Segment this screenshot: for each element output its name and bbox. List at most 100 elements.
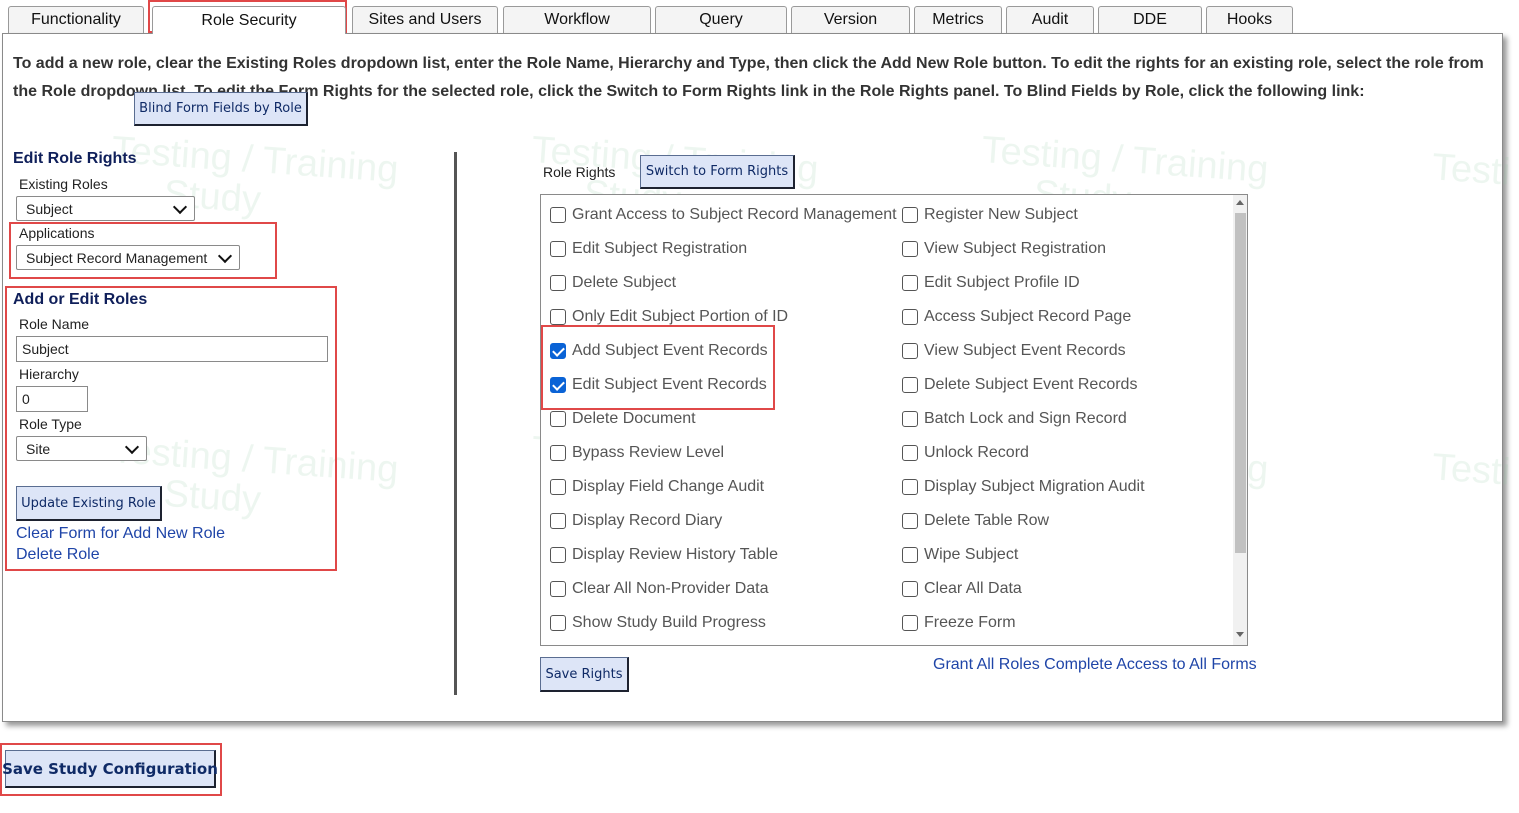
right-item-label: Display Record Diary (572, 512, 723, 529)
checkbox[interactable] (550, 445, 566, 461)
role-type-select[interactable]: Site (16, 436, 147, 461)
right-item[interactable]: Display Subject Migration Audit (902, 475, 1145, 499)
right-item-label: View Subject Event Records (924, 342, 1126, 359)
right-item[interactable]: Edit Subject Registration (550, 237, 747, 261)
right-item-label: Grant Access to Subject Record Managemen… (572, 206, 897, 223)
tab-dde[interactable]: DDE (1098, 6, 1202, 33)
scroll-down-icon[interactable] (1236, 632, 1244, 637)
scrollbar-thumb[interactable] (1235, 213, 1246, 553)
right-item-label: Delete Subject (572, 274, 677, 291)
checkbox[interactable] (550, 513, 566, 529)
edit-role-rights-heading: Edit Role Rights (13, 150, 137, 167)
checkbox[interactable] (902, 343, 918, 359)
right-item-label: Delete Subject Event Records (924, 376, 1138, 393)
scroll-up-icon[interactable] (1236, 200, 1244, 205)
tab-workflow[interactable]: Workflow (503, 6, 651, 33)
hierarchy-label: Hierarchy (19, 366, 79, 382)
tab-audit[interactable]: Audit (1006, 6, 1094, 33)
right-item[interactable]: Batch Lock and Sign Record (902, 407, 1127, 431)
checkbox[interactable] (550, 207, 566, 223)
checkbox[interactable] (902, 581, 918, 597)
right-item[interactable]: Access Subject Record Page (902, 305, 1131, 329)
checkbox[interactable] (902, 309, 918, 325)
right-item-label: Display Subject Migration Audit (924, 478, 1145, 495)
right-item-label: Edit Subject Registration (572, 240, 748, 257)
checkbox[interactable] (902, 445, 918, 461)
checkbox[interactable] (550, 275, 566, 291)
checkbox[interactable] (902, 241, 918, 257)
right-item-label: Clear All Data (924, 580, 1022, 597)
applications-label: Applications (19, 225, 95, 241)
tab-query[interactable]: Query (655, 6, 787, 33)
right-item[interactable]: Clear All Non-Provider Data (550, 577, 769, 601)
checkbox[interactable] (902, 615, 918, 631)
checkbox[interactable] (550, 547, 566, 563)
switch-to-form-rights-button[interactable]: Switch to Form Rights (640, 155, 795, 189)
tab-sites-and-users[interactable]: Sites and Users (352, 6, 498, 33)
right-item[interactable]: Delete Table Row (902, 509, 1049, 533)
checkbox[interactable] (550, 411, 566, 427)
save-rights-button[interactable]: Save Rights (540, 657, 629, 692)
checkbox[interactable] (902, 513, 918, 529)
checkbox[interactable] (550, 241, 566, 257)
existing-roles-select[interactable]: Subject (16, 196, 195, 221)
hierarchy-input[interactable]: 0 (16, 386, 88, 412)
tab-functionality[interactable]: Functionality (8, 6, 144, 33)
right-item[interactable]: Wipe Subject (902, 543, 1018, 567)
right-item[interactable]: Unlock Record (902, 441, 1029, 465)
right-item[interactable]: Add Subject Event Records (550, 339, 768, 363)
right-item[interactable]: Edit Subject Event Records (550, 373, 767, 397)
right-item[interactable]: Clear All Data (902, 577, 1022, 601)
right-item[interactable]: Register New Subject (902, 203, 1078, 227)
right-item[interactable]: Delete Document (550, 407, 696, 431)
add-edit-roles-heading: Add or Edit Roles (13, 291, 148, 308)
checkbox[interactable] (902, 479, 918, 495)
tab-hooks[interactable]: Hooks (1206, 6, 1293, 33)
right-item-label: Display Field Change Audit (572, 478, 765, 495)
right-item[interactable]: Display Record Diary (550, 509, 722, 533)
checkbox[interactable] (902, 411, 918, 427)
existing-roles-label: Existing Roles (19, 176, 108, 192)
checkbox[interactable] (902, 275, 918, 291)
right-item-label: Show Study Build Progress (572, 614, 766, 631)
scrollbar[interactable] (1233, 195, 1247, 645)
right-item[interactable]: View Subject Registration (902, 237, 1106, 261)
checkbox[interactable] (902, 207, 918, 223)
checkbox-checked[interactable] (550, 343, 566, 359)
update-existing-role-button[interactable]: Update Existing Role (16, 486, 162, 521)
checkbox[interactable] (550, 479, 566, 495)
right-item[interactable]: Show Study Build Progress (550, 611, 766, 635)
right-item[interactable]: Grant Access to Subject Record Managemen… (550, 203, 897, 227)
checkbox[interactable] (550, 581, 566, 597)
tab-role-security[interactable]: Role Security (152, 6, 346, 34)
right-item[interactable]: Edit Subject Profile ID (902, 271, 1080, 295)
right-item-label: Clear All Non-Provider Data (572, 580, 769, 597)
delete-role-link[interactable]: Delete Role (16, 546, 100, 564)
checkbox[interactable] (550, 615, 566, 631)
checkbox[interactable] (550, 309, 566, 325)
right-item[interactable]: Delete Subject Event Records (902, 373, 1137, 397)
applications-select[interactable]: Subject Record Management (16, 245, 240, 270)
checkbox[interactable] (902, 547, 918, 563)
right-item[interactable]: Only Edit Subject Portion of ID (550, 305, 788, 329)
right-item[interactable]: View Subject Event Records (902, 339, 1126, 363)
role-rights-list[interactable]: Grant Access to Subject Record Managemen… (540, 194, 1248, 646)
save-study-configuration-button[interactable]: Save Study Configuration (2, 750, 218, 788)
role-name-input[interactable]: Subject (16, 336, 328, 362)
clear-form-link[interactable]: Clear Form for Add New Role (16, 525, 225, 543)
tab-version[interactable]: Version (791, 6, 910, 33)
checkbox-checked[interactable] (550, 377, 566, 393)
right-item[interactable]: Freeze Form (902, 611, 1016, 635)
right-item[interactable]: Delete Subject (550, 271, 676, 295)
right-item-label: Freeze Form (924, 614, 1016, 631)
checkbox[interactable] (902, 377, 918, 393)
tab-metrics[interactable]: Metrics (914, 6, 1002, 33)
blind-form-fields-button[interactable]: Blind Form Fields by Role (134, 92, 308, 126)
right-item-label: Add Subject Event Records (572, 342, 768, 359)
right-item[interactable]: Bypass Review Level (550, 441, 724, 465)
chevron-down-icon (124, 439, 140, 455)
right-item-label: Edit Subject Event Records (572, 376, 767, 393)
grant-all-roles-link[interactable]: Grant All Roles Complete Access to All F… (933, 656, 1257, 674)
right-item[interactable]: Display Field Change Audit (550, 475, 764, 499)
right-item[interactable]: Display Review History Table (550, 543, 778, 567)
